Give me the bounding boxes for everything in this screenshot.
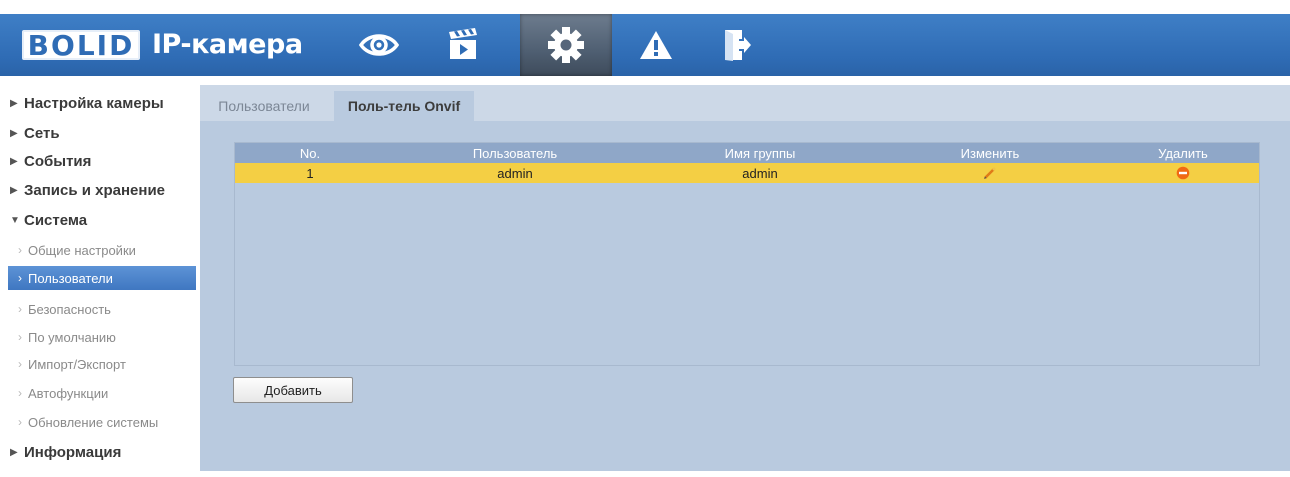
sidebar-section-label: Система — [24, 211, 88, 229]
table-header: No. Пользователь Имя группы Изменить Уда… — [235, 143, 1259, 163]
edit-button[interactable] — [875, 163, 1105, 183]
triangle-down-icon: ▼ — [10, 214, 20, 226]
column-header-delete: Удалить — [1158, 145, 1208, 161]
sidebar-section-label: Запись и хранение — [24, 181, 166, 199]
eye-icon — [359, 34, 399, 56]
sidebar-section-label: События — [24, 152, 92, 170]
bolid-logo: BOLID — [22, 30, 140, 60]
sidebar-item-label: Импорт/Экспорт — [28, 356, 126, 372]
clapperboard-icon — [449, 28, 477, 59]
sidebar-section-events[interactable]: ▶ События — [10, 149, 91, 173]
sidebar-section-label: Сеть — [24, 124, 60, 142]
chevron-right-icon: › — [18, 357, 22, 371]
sidebar-item-general[interactable]: › Общие настройки — [8, 238, 196, 262]
logo-text: BOLID — [27, 29, 135, 62]
nav-live-button[interactable] — [348, 14, 410, 76]
sidebar: ▶ Настройка камеры ▶ Сеть ▶ События ▶ За… — [0, 85, 200, 477]
gear-icon — [548, 27, 584, 63]
triangle-right-icon: ▶ — [10, 97, 18, 109]
nav-playback-button[interactable] — [432, 14, 494, 76]
cell-group: admin — [742, 165, 778, 181]
app-title: IP-камера — [152, 29, 303, 60]
sidebar-item-users[interactable]: › Пользователи — [8, 266, 196, 290]
top-header: BOLID IP-камера — [0, 14, 1290, 76]
triangle-right-icon: ▶ — [10, 127, 18, 139]
triangle-right-icon: ▶ — [10, 184, 18, 196]
sidebar-section-recording[interactable]: ▶ Запись и хранение — [10, 178, 165, 202]
tab-users[interactable]: Пользователи — [206, 91, 322, 121]
sidebar-section-label: Информация — [24, 443, 122, 461]
table-row[interactable]: 1 admin admin — [235, 163, 1259, 183]
triangle-right-icon: ▶ — [10, 446, 18, 458]
sidebar-item-label: По умолчанию — [28, 329, 116, 345]
sidebar-item-label: Пользователи — [28, 270, 113, 286]
chevron-right-icon: › — [18, 243, 22, 257]
users-table: No. Пользователь Имя группы Изменить Уда… — [234, 142, 1260, 366]
chevron-right-icon: › — [18, 271, 22, 285]
chevron-right-icon: › — [18, 386, 22, 400]
delete-icon — [1176, 166, 1190, 180]
logout-icon — [725, 30, 751, 61]
sidebar-item-import-export[interactable]: › Импорт/Экспорт — [8, 352, 196, 376]
nav-settings-button[interactable] — [520, 14, 612, 76]
sidebar-item-label: Общие настройки — [28, 242, 136, 258]
cell-user: admin — [497, 165, 533, 181]
chevron-right-icon: › — [18, 415, 22, 429]
sidebar-section-camera-settings[interactable]: ▶ Настройка камеры — [10, 91, 164, 115]
column-header-group: Имя группы — [724, 145, 796, 161]
sidebar-item-default[interactable]: › По умолчанию — [8, 325, 196, 349]
sidebar-item-label: Обновление системы — [28, 414, 159, 430]
sidebar-item-label: Безопасность — [28, 301, 111, 317]
sidebar-item-label: Автофункции — [28, 385, 109, 401]
sidebar-item-system-update[interactable]: › Обновление системы — [8, 410, 196, 434]
warning-icon — [640, 31, 672, 59]
triangle-right-icon: ▶ — [10, 155, 18, 167]
nav-logout-button[interactable] — [706, 14, 768, 76]
column-header-edit: Изменить — [960, 145, 1020, 161]
sidebar-section-system[interactable]: ▼ Система — [10, 208, 87, 232]
tab-onvif-users[interactable]: Поль-тель Onvif — [334, 91, 474, 121]
sidebar-item-autofunctions[interactable]: › Автофункции — [8, 381, 196, 405]
tabs-bar: Пользователи Поль-тель Onvif — [200, 85, 1290, 121]
column-header-user: Пользователь — [472, 145, 558, 161]
column-header-no: No. — [299, 145, 321, 161]
chevron-right-icon: › — [18, 302, 22, 316]
sidebar-item-security[interactable]: › Безопасность — [8, 297, 196, 321]
content-panel: Пользователи Поль-тель Onvif No. Пользов… — [200, 85, 1290, 471]
add-user-button[interactable]: Добавить — [233, 377, 353, 403]
pencil-icon — [984, 167, 996, 179]
sidebar-section-network[interactable]: ▶ Сеть — [10, 123, 60, 143]
nav-alarm-button[interactable] — [625, 14, 687, 76]
chevron-right-icon: › — [18, 330, 22, 344]
cell-no: 1 — [306, 165, 314, 181]
delete-button[interactable] — [1105, 163, 1261, 183]
sidebar-section-label: Настройка камеры — [24, 94, 164, 112]
sidebar-section-info[interactable]: ▶ Информация — [10, 440, 121, 464]
